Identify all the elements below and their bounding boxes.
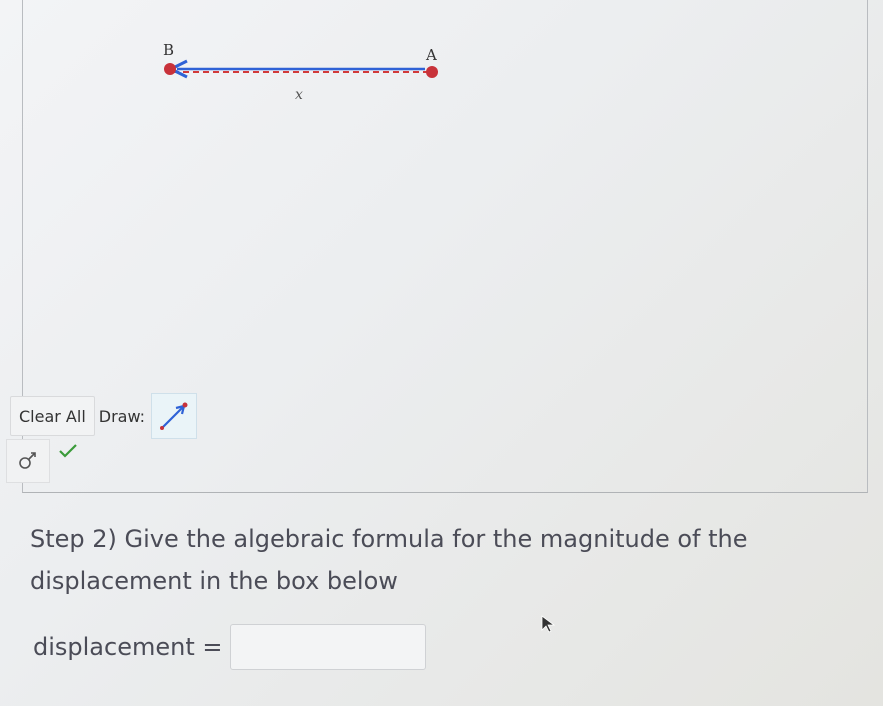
checkmark-icon bbox=[59, 444, 77, 458]
point-b[interactable] bbox=[164, 63, 176, 75]
screen: B A x Clear All Draw: Step 2) Give the a… bbox=[0, 0, 883, 706]
link-chain-icon bbox=[19, 452, 36, 469]
draw-vector-tool-button[interactable] bbox=[151, 393, 198, 439]
point-a[interactable] bbox=[426, 66, 438, 78]
question-text: Step 2) Give the algebraic formula for t… bbox=[30, 525, 748, 595]
link-button[interactable] bbox=[6, 439, 50, 483]
point-a-label: A bbox=[425, 46, 437, 64]
clear-all-button[interactable]: Clear All bbox=[10, 396, 95, 436]
mouse-cursor-icon bbox=[541, 615, 556, 633]
displacement-variable-label: x bbox=[295, 87, 303, 103]
vector-arrow-icon bbox=[160, 402, 188, 430]
toolbar: Clear All Draw: bbox=[10, 393, 198, 439]
displacement-answer-input[interactable] bbox=[230, 624, 427, 670]
draw-label: Draw: bbox=[98, 406, 146, 426]
point-b-label: B bbox=[163, 41, 174, 59]
answer-row: displacement = bbox=[33, 624, 427, 670]
status-row bbox=[6, 438, 78, 484]
displacement-label: displacement = bbox=[33, 633, 223, 661]
